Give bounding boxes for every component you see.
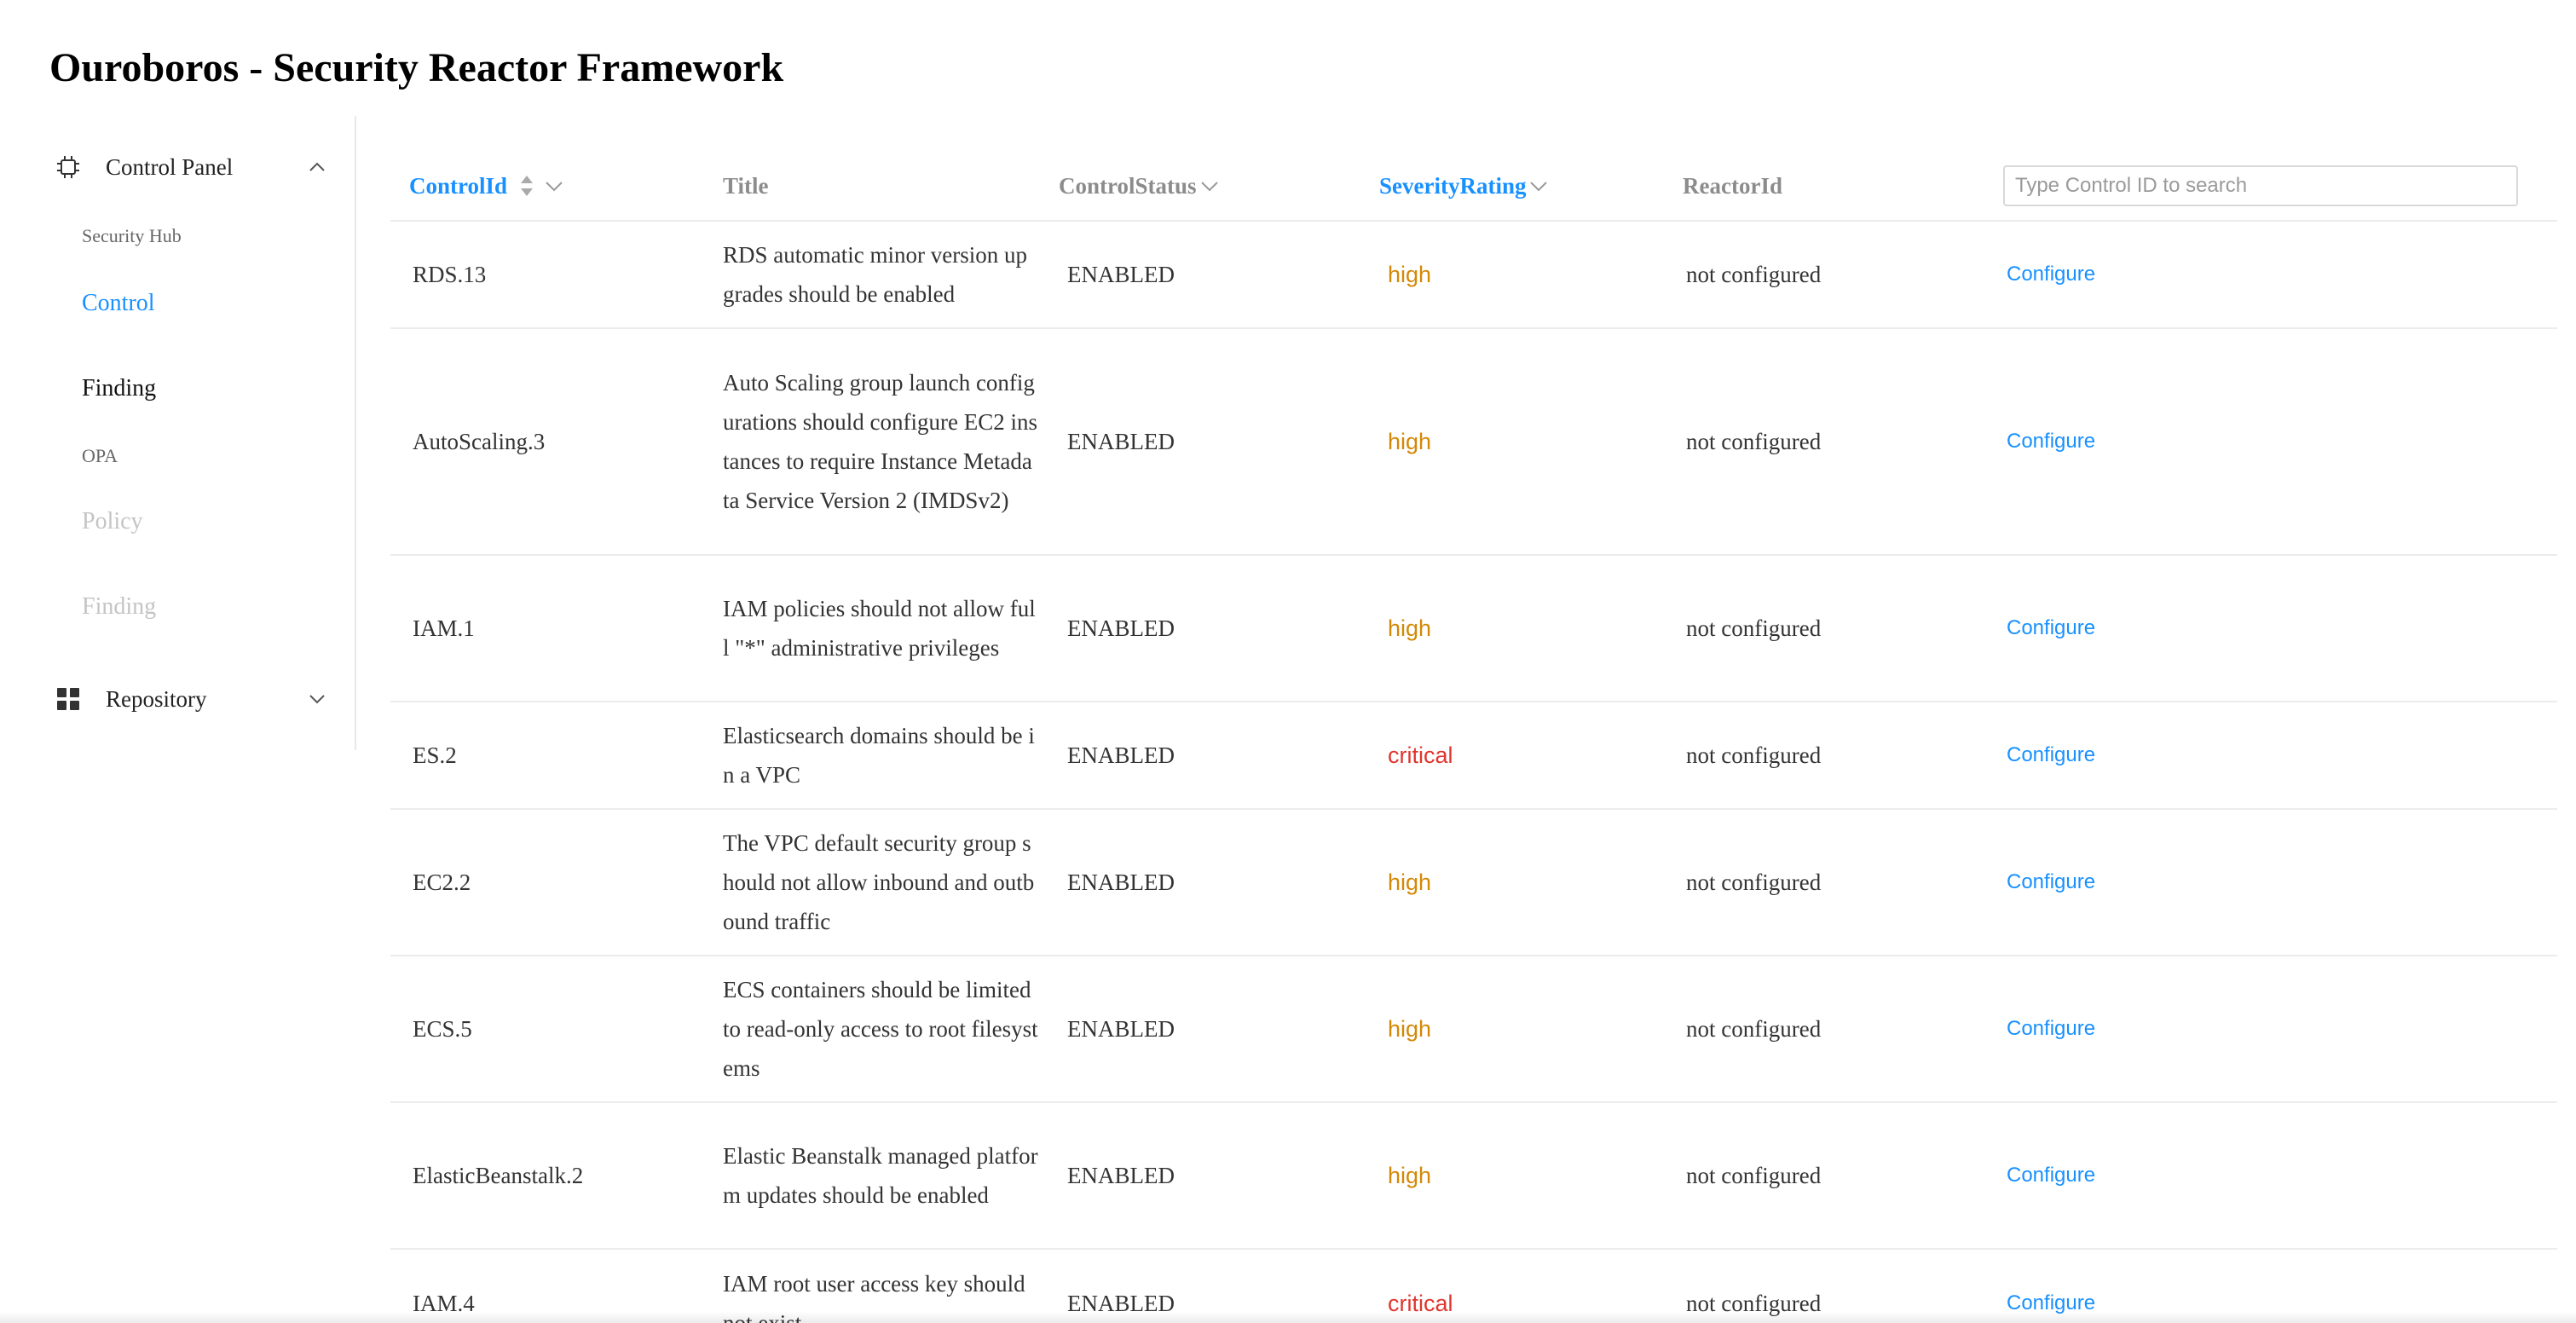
reactor-id-cell: not configured	[1686, 261, 1822, 287]
status-cell: ENABLED	[1067, 1162, 1175, 1188]
control-id-cell: ElasticBeanstalk.2	[413, 1162, 584, 1188]
severity-badge: high	[1388, 615, 1432, 641]
title-cell: ECS containers should be limited to read…	[723, 956, 1038, 1101]
title-text: Auto Scaling group launch configurations…	[723, 370, 1037, 513]
title-cell: IAM policies should not allow full "*" a…	[723, 556, 1038, 701]
table-body: RDS.13 RDS automatic minor version upgra…	[390, 222, 2557, 1323]
table-row: RDS.13 RDS automatic minor version upgra…	[390, 222, 2557, 329]
column-header-label: Title	[723, 172, 769, 199]
controls-table: ControlId Title ControlStatus SeverityRa…	[390, 150, 2557, 1323]
chevron-up-icon	[307, 157, 327, 177]
column-header-title: Title	[723, 150, 769, 222]
filter-chevron-icon[interactable]	[545, 180, 563, 192]
sort-icon[interactable]	[519, 174, 534, 198]
status-cell: ENABLED	[1067, 1015, 1175, 1042]
title-cell: Auto Scaling group launch configurations…	[723, 329, 1038, 554]
reactor-id-cell: not configured	[1686, 742, 1822, 768]
column-header-reactor-id: ReactorId	[1683, 150, 1782, 222]
configure-link[interactable]: Configure	[2007, 702, 2095, 808]
severity-badge: high	[1388, 428, 1432, 454]
reactor-id-cell: not configured	[1686, 615, 1822, 641]
configure-link[interactable]: Configure	[2007, 222, 2095, 327]
sidebar-group-label: Repository	[106, 685, 207, 712]
page-title: Ouroboros - Security Reactor Framework	[49, 45, 784, 90]
sidebar-group-label: Control Panel	[106, 153, 234, 180]
table-row: EC2.2 The VPC default security group sho…	[390, 810, 2557, 956]
control-id-cell: ES.2	[413, 742, 457, 768]
severity-badge: high	[1388, 869, 1432, 895]
severity-badge: critical	[1388, 742, 1453, 768]
sidebar-group-label-security-hub: Security Hub	[82, 225, 182, 246]
title-text: ECS containers should be limited to read…	[723, 977, 1038, 1081]
column-header-control-id[interactable]: ControlId	[409, 150, 563, 222]
sidebar-item-finding-disabled: Finding	[82, 593, 157, 620]
column-header-label: SeverityRating	[1379, 172, 1527, 199]
title-text: RDS automatic minor version upgrades sho…	[723, 242, 1027, 307]
control-id-cell: AutoScaling.3	[413, 428, 546, 454]
table-row: IAM.1 IAM policies should not allow full…	[390, 556, 2557, 702]
configure-link[interactable]: Configure	[2007, 810, 2095, 955]
sidebar-item-control[interactable]: Control	[82, 290, 155, 317]
filter-chevron-icon[interactable]	[1200, 180, 1219, 192]
reactor-id-cell: not configured	[1686, 1162, 1822, 1188]
filter-chevron-icon[interactable]	[1529, 180, 1548, 192]
configure-link[interactable]: Configure	[2007, 1103, 2095, 1248]
title-text: Elastic Beanstalk managed platform updat…	[723, 1143, 1038, 1208]
column-header-label: ControlStatus	[1059, 172, 1197, 199]
title-cell: Elasticsearch domains should be in a VPC	[723, 702, 1038, 808]
status-cell: ENABLED	[1067, 615, 1175, 641]
sidebar-item-policy-disabled: Policy	[82, 508, 143, 534]
column-header-label: ReactorId	[1683, 172, 1782, 199]
reactor-id-cell: not configured	[1686, 869, 1822, 895]
configure-link[interactable]: Configure	[2007, 556, 2095, 701]
status-cell: ENABLED	[1067, 869, 1175, 895]
severity-badge: high	[1388, 1162, 1432, 1188]
table-row: ES.2 Elasticsearch domains should be in …	[390, 702, 2557, 810]
configure-link[interactable]: Configure	[2007, 956, 2095, 1101]
chevron-down-icon	[307, 689, 327, 709]
table-header-row: ControlId Title ControlStatus SeverityRa…	[390, 150, 2557, 222]
status-cell: ENABLED	[1067, 261, 1175, 287]
sidebar-item-finding[interactable]: Finding	[82, 375, 156, 402]
column-header-control-status[interactable]: ControlStatus	[1059, 150, 1219, 222]
column-header-label: ControlId	[409, 172, 508, 199]
table-row: ECS.5 ECS containers should be limited t…	[390, 956, 2557, 1103]
scroll-shadow	[0, 1311, 2576, 1323]
status-cell: ENABLED	[1067, 742, 1175, 768]
control-id-cell: EC2.2	[413, 869, 471, 895]
title-text: IAM policies should not allow full "*" a…	[723, 596, 1036, 661]
grid-icon	[55, 685, 82, 713]
column-header-severity-rating[interactable]: SeverityRating	[1379, 150, 1548, 222]
chip-icon	[55, 153, 82, 181]
severity-badge: high	[1388, 261, 1432, 287]
title-text: Elasticsearch domains should be in a VPC	[723, 723, 1035, 788]
title-cell: RDS automatic minor version upgrades sho…	[723, 222, 1038, 327]
configure-link[interactable]: Configure	[2007, 329, 2095, 554]
severity-badge: high	[1388, 1015, 1432, 1042]
table-row: AutoScaling.3 Auto Scaling group launch …	[390, 329, 2557, 556]
title-cell: Elastic Beanstalk managed platform updat…	[723, 1103, 1038, 1248]
control-id-search-input[interactable]	[2003, 165, 2518, 206]
control-id-cell: ECS.5	[413, 1015, 472, 1042]
reactor-id-cell: not configured	[1686, 428, 1822, 454]
title-cell: The VPC default security group should no…	[723, 810, 1038, 955]
control-id-cell: IAM.1	[413, 615, 475, 641]
table-row: ElasticBeanstalk.2 Elastic Beanstalk man…	[390, 1103, 2557, 1250]
reactor-id-cell: not configured	[1686, 1015, 1822, 1042]
status-cell: ENABLED	[1067, 428, 1175, 454]
sidebar-group-label-opa: OPA	[82, 445, 118, 466]
control-id-cell: RDS.13	[413, 261, 487, 287]
title-text: The VPC default security group should no…	[723, 830, 1035, 934]
sidebar-group-repository[interactable]: Repository	[55, 672, 327, 726]
sidebar-group-control-panel[interactable]: Control Panel	[55, 140, 327, 194]
sidebar-menu: Control Panel Security Hub Control Findi…	[0, 116, 356, 750]
